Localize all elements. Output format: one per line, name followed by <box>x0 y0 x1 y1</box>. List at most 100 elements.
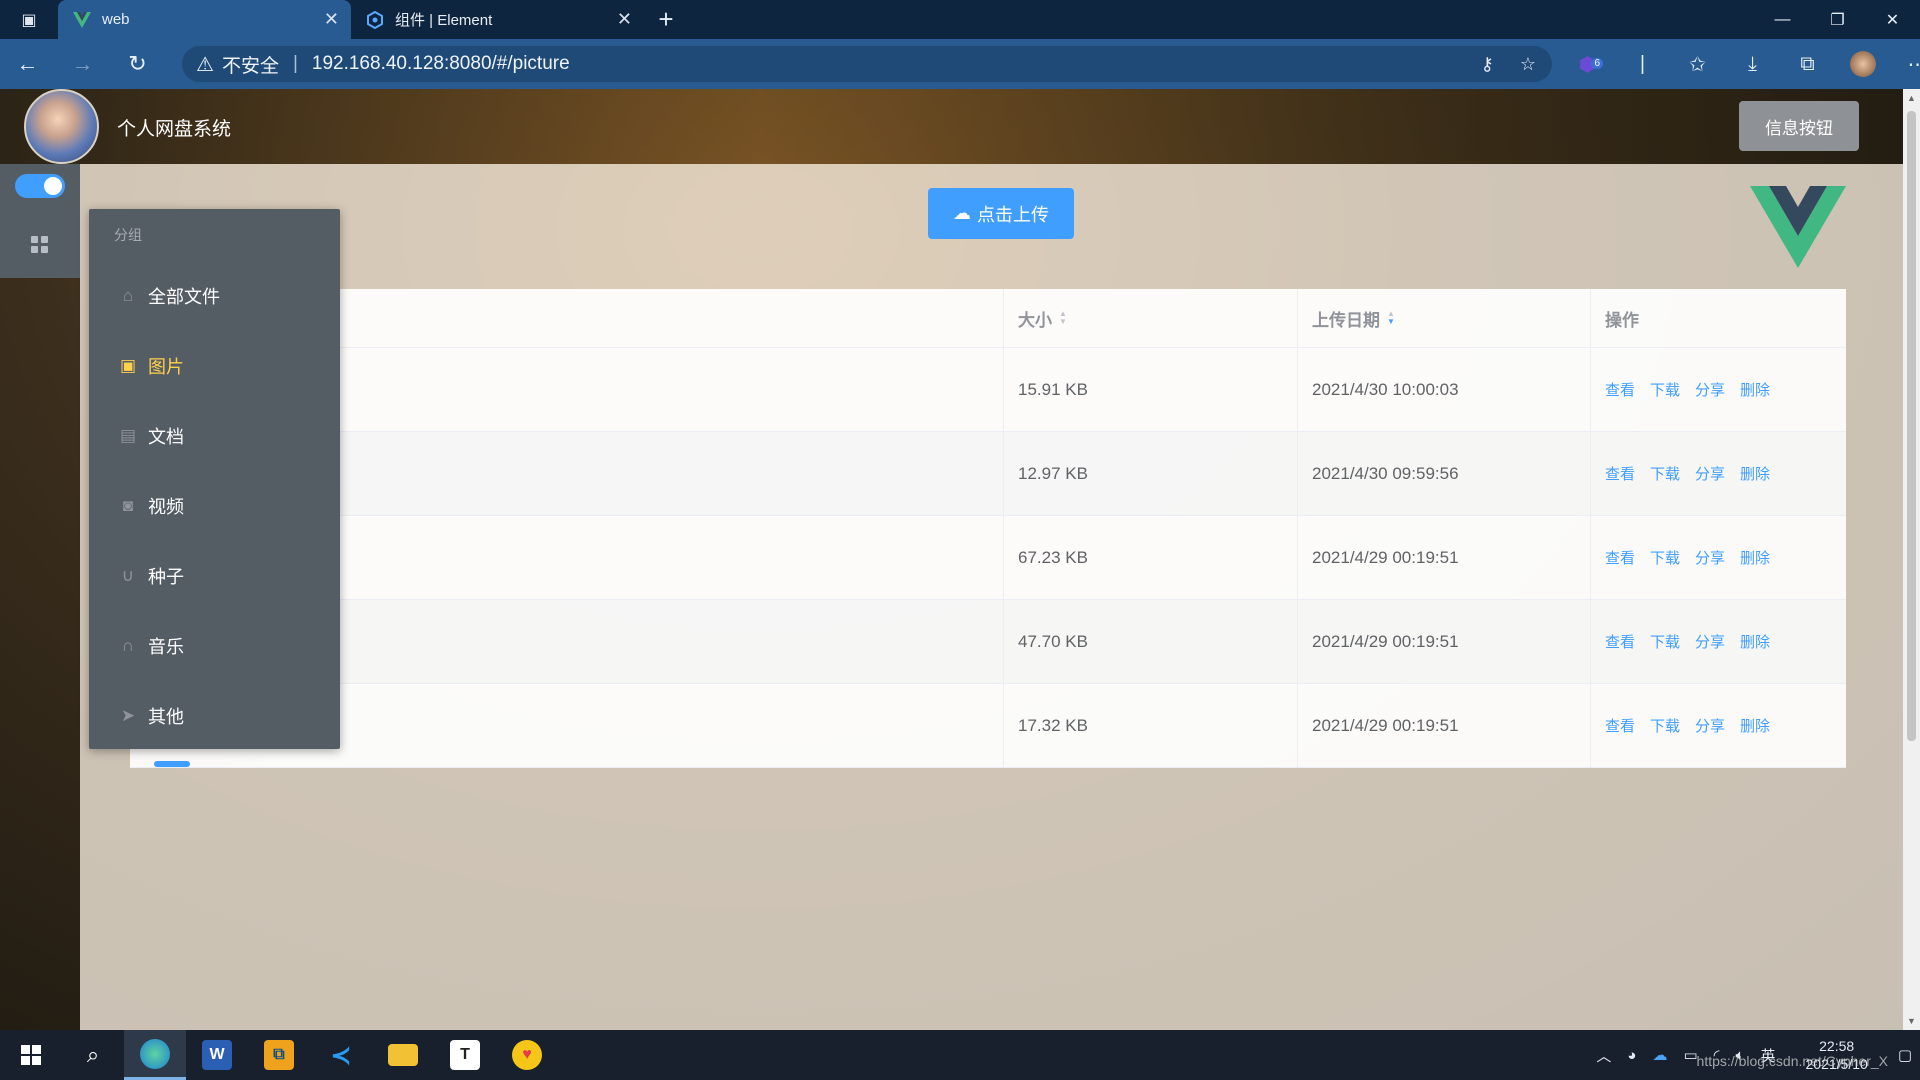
header-size[interactable]: 大小 ▲ ▼ <box>1004 289 1298 347</box>
windows-taskbar: ⌕ W ⧉ ≺ T ♥ ︿ ◕ ☁ ▭ ◜ 🔈︎ 英 22:58 2021/5/… <box>0 1030 1920 1080</box>
tab-element[interactable]: 组件 | Element ✕ <box>351 0 644 39</box>
app-header: 个人网盘系统 信息按钮 <box>0 89 1903 164</box>
scrollbar-thumb[interactable] <box>1907 111 1916 741</box>
download-link[interactable]: 下载 <box>1650 547 1680 568</box>
tab-web[interactable]: web ✕ <box>58 0 351 39</box>
menu-item-music[interactable]: ∩ 音乐 <box>89 611 340 681</box>
menu-item-label: 全部文件 <box>148 287 220 307</box>
delete-link[interactable]: 删除 <box>1740 379 1770 400</box>
date-cell: 2021/4/29 00:19:51 <box>1298 516 1591 599</box>
menu-item-label: 种子 <box>148 567 184 587</box>
page-scrollbar[interactable]: ▲ ▼ <box>1903 89 1920 1030</box>
new-tab-button[interactable]: + <box>644 0 688 39</box>
vue-logo <box>1750 186 1846 268</box>
element-icon <box>365 10 385 30</box>
menu-item-other[interactable]: ➤ 其他 <box>89 681 340 751</box>
minimize-icon[interactable]: — <box>1755 0 1810 39</box>
more-icon[interactable]: ⋯ <box>1890 52 1920 77</box>
back-icon[interactable]: ← <box>0 39 55 89</box>
divider: | <box>292 53 298 74</box>
header-date[interactable]: 上传日期 ▲ ▼ <box>1298 289 1591 347</box>
system-title: 个人网盘系统 <box>117 119 232 140</box>
view-link[interactable]: 查看 <box>1605 463 1635 484</box>
magnet-icon: ∪ <box>121 566 135 585</box>
file-table: 大小 ▲ ▼ 上传日期 ▲ ▼ 操作 15.91 KB 2021/4/30 10:0… <box>130 289 1846 768</box>
collapse-switch[interactable] <box>15 174 65 198</box>
header-date-label: 上传日期 <box>1312 310 1380 330</box>
download-link[interactable]: 下载 <box>1650 631 1680 652</box>
share-link[interactable]: 分享 <box>1695 715 1725 736</box>
security-label: 不安全 <box>221 55 279 77</box>
profile-avatar[interactable] <box>1835 51 1890 77</box>
headset-icon: ∩ <box>121 636 135 655</box>
menu-item-label: 音乐 <box>148 637 184 657</box>
vscode-icon[interactable]: ≺ <box>310 1030 372 1080</box>
delete-link[interactable]: 删除 <box>1740 715 1770 736</box>
remote-desktop-icon[interactable]: ⧉ <box>248 1030 310 1080</box>
address-bar[interactable]: ⚠ 不安全 | 192.168.40.128:8080/#/picture ⚷ … <box>182 46 1552 82</box>
show-hidden-icons-icon[interactable]: ︿ <box>1596 1045 1611 1066</box>
table-row: 47.70 KB 2021/4/29 00:19:51 查看 下载 分享 删除 <box>130 600 1846 684</box>
typora-icon[interactable]: T <box>434 1030 496 1080</box>
tab-actions-icon[interactable]: ▣ <box>0 0 58 39</box>
view-link[interactable]: 查看 <box>1605 631 1635 652</box>
upload-button[interactable]: ☁ 点击上传 <box>928 188 1074 239</box>
collections-icon[interactable]: ⧉ <box>1780 53 1835 76</box>
share-link[interactable]: 分享 <box>1695 547 1725 568</box>
ops-cell: 查看 下载 分享 删除 <box>1591 432 1846 515</box>
download-link[interactable]: 下载 <box>1650 463 1680 484</box>
header-size-label: 大小 <box>1018 310 1052 330</box>
notification-icon[interactable]: ▢ <box>1898 1046 1912 1064</box>
view-link[interactable]: 查看 <box>1605 547 1635 568</box>
close-window-icon[interactable]: ✕ <box>1865 0 1920 39</box>
close-tab-icon[interactable]: ✕ <box>324 9 339 30</box>
table-row: 15.91 KB 2021/4/30 10:00:03 查看 下载 分享 删除 <box>130 348 1846 432</box>
refresh-icon[interactable]: ↻ <box>110 39 165 89</box>
share-link[interactable]: 分享 <box>1695 631 1725 652</box>
word-icon[interactable]: W <box>186 1030 248 1080</box>
extension-icon[interactable]: ⬢ 6 <box>1560 52 1615 77</box>
scroll-up-icon[interactable]: ▲ <box>1907 93 1916 103</box>
menu-item-documents[interactable]: ▤ 文档 <box>89 401 340 471</box>
share-link[interactable]: 分享 <box>1695 379 1725 400</box>
scroll-down-icon[interactable]: ▼ <box>1907 1016 1916 1026</box>
onedrive-icon[interactable]: ☁ <box>1652 1046 1667 1064</box>
file-explorer-icon[interactable] <box>372 1030 434 1080</box>
upload-cloud-icon: ☁ <box>953 203 971 223</box>
file-thumbnail[interactable] <box>154 761 190 767</box>
favorites-icon[interactable]: ✩ <box>1670 52 1725 77</box>
key-icon[interactable]: ⚷ <box>1481 54 1494 75</box>
info-button[interactable]: 信息按钮 <box>1739 101 1859 151</box>
start-icon[interactable] <box>0 1030 62 1080</box>
restore-icon[interactable]: ❐ <box>1810 0 1865 39</box>
download-icon[interactable]: ⤓ <box>1725 53 1780 76</box>
sort-icon[interactable]: ▲ ▼ <box>1387 310 1395 326</box>
date-cell: 2021/4/30 09:59:56 <box>1298 432 1591 515</box>
sort-icon[interactable]: ▲ ▼ <box>1059 310 1067 326</box>
app-heart-icon[interactable]: ♥ <box>496 1030 558 1080</box>
menu-item-pictures[interactable]: ▣ 图片 <box>89 331 340 401</box>
menu-item-torrents[interactable]: ∪ 种子 <box>89 541 340 611</box>
battery-icon[interactable]: ▭ <box>1683 1046 1697 1064</box>
forward-icon[interactable]: → <box>55 39 110 89</box>
add-favorite-icon[interactable]: ☆ <box>1520 54 1536 75</box>
menu-item-videos[interactable]: ◙ 视频 <box>89 471 340 541</box>
view-link[interactable]: 查看 <box>1605 715 1635 736</box>
edge-icon[interactable] <box>124 1030 186 1080</box>
download-link[interactable]: 下载 <box>1650 715 1680 736</box>
avatar <box>24 89 99 164</box>
delete-link[interactable]: 删除 <box>1740 547 1770 568</box>
delete-link[interactable]: 删除 <box>1740 631 1770 652</box>
delete-link[interactable]: 删除 <box>1740 463 1770 484</box>
close-tab-icon[interactable]: ✕ <box>617 9 632 30</box>
search-icon[interactable]: ⌕ <box>62 1030 124 1080</box>
download-link[interactable]: 下载 <box>1650 379 1680 400</box>
qq-icon[interactable]: ◕ <box>1627 1047 1636 1064</box>
view-link[interactable]: 查看 <box>1605 379 1635 400</box>
share-link[interactable]: 分享 <box>1695 463 1725 484</box>
switch-knob <box>44 177 62 195</box>
menu-item-all-files[interactable]: ⌂ 全部文件 <box>89 261 340 331</box>
divider: | <box>1639 52 1646 75</box>
menu-grid-icon[interactable] <box>31 236 49 254</box>
document-icon: ▤ <box>119 426 137 445</box>
